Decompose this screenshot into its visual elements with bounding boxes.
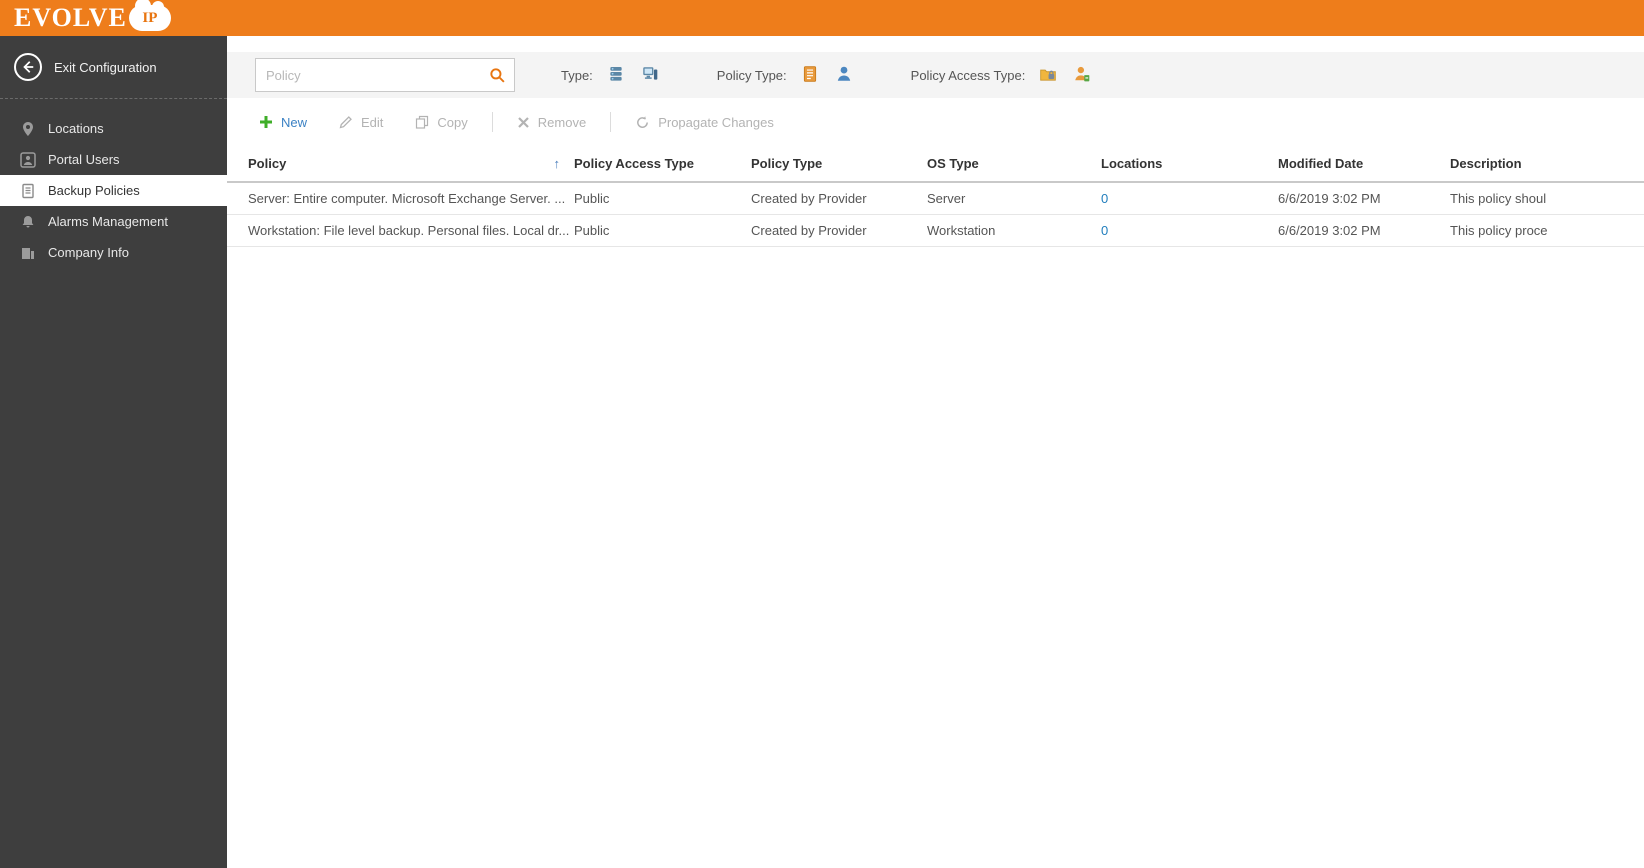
logo-text: EVOLVE [14,3,127,32]
sidebar-item-label: Portal Users [48,152,120,167]
back-arrow-icon [14,53,42,81]
private-access-filter-button[interactable] [1035,62,1061,88]
copy-icon [415,115,429,129]
refresh-icon [635,115,650,130]
public-user-icon [1073,65,1091,86]
column-header-os-type[interactable]: OS Type [927,146,1101,183]
search-icon[interactable] [480,59,514,91]
user-policy-filter-button[interactable] [831,62,857,88]
pencil-icon [339,115,353,129]
sidebar-item-backup-policies[interactable]: Backup Policies [0,175,227,206]
toolbar-separator [491,112,493,132]
sidebar-nav: Locations Portal Users Backup Policies A… [0,99,227,268]
server-type-filter-button[interactable] [603,62,629,88]
column-header-policy-access-type[interactable]: Policy Access Type [574,146,751,183]
server-icon [607,65,625,86]
policy-cell: Server: Entire computer. Microsoft Excha… [227,182,574,215]
evolveip-logo: EVOLVE IP [14,0,171,32]
toolbar-separator [610,112,612,132]
company-info-icon [20,245,36,261]
policy-search-box [255,58,515,92]
policy-type-cell: Created by Provider [751,214,927,247]
x-icon [517,116,530,129]
sidebar-item-alarms-management[interactable]: Alarms Management [0,206,227,237]
os-type-cell: Server [927,182,1101,215]
policy-type-filter-label: Policy Type: [716,67,787,83]
exit-configuration-button[interactable]: Exit Configuration [0,36,227,99]
provider-policy-icon [801,65,819,86]
sidebar-item-label: Alarms Management [48,214,168,229]
locations-cell: 0 [1101,214,1278,247]
description-cell: This policy shoul [1450,182,1644,215]
column-header-description[interactable]: Description [1450,146,1644,183]
column-header-modified-date[interactable]: Modified Date [1278,146,1450,183]
locations-cell: 0 [1101,182,1278,215]
portal-user-icon [20,151,36,168]
sidebar-item-label: Locations [48,121,104,136]
access-type-cell: Public [574,182,751,215]
workstation-icon [641,65,659,86]
column-header-policy-type[interactable]: Policy Type [751,146,927,183]
sidebar-item-label: Backup Policies [48,183,140,198]
sidebar-item-portal-users[interactable]: Portal Users [0,144,227,175]
table-row[interactable]: Server: Entire computer. Microsoft Excha… [227,182,1644,215]
sidebar-item-locations[interactable]: Locations [0,113,227,144]
remove-button[interactable]: Remove [503,109,600,136]
sidebar-item-company-info[interactable]: Company Info [0,237,227,268]
provider-policy-filter-button[interactable] [797,62,823,88]
access-type-cell: Public [574,214,751,247]
policy-type-cell: Created by Provider [751,182,927,215]
sidebar-item-label: Company Info [48,245,129,260]
policy-cell: Workstation: File level backup. Personal… [227,214,574,247]
os-type-cell: Workstation [927,214,1101,247]
location-pin-icon [20,121,36,137]
toolbar: New Edit Copy Remove Propagate Changes [227,98,1644,146]
locked-folder-icon [1039,65,1057,86]
locations-count-link[interactable]: 0 [1101,223,1108,238]
user-policy-icon [835,65,853,86]
modified-date-cell: 6/6/2019 3:02 PM [1278,214,1450,247]
backup-policies-icon [20,183,36,199]
locations-count-link[interactable]: 0 [1101,191,1108,206]
sort-ascending-icon: ↑ [553,156,561,171]
propagate-changes-button[interactable]: Propagate Changes [621,109,788,136]
filter-bar: Type: Policy Type: [227,52,1644,98]
column-header-locations[interactable]: Locations [1101,146,1278,183]
new-button[interactable]: New [245,109,321,136]
policy-access-type-filter-label: Policy Access Type: [910,67,1026,83]
table-row[interactable]: Workstation: File level backup. Personal… [227,214,1644,247]
alarms-icon [20,214,36,230]
plus-icon [259,115,273,129]
workstation-type-filter-button[interactable] [637,62,663,88]
policy-search-input[interactable] [256,59,480,91]
top-header: EVOLVE IP [0,0,1644,36]
sidebar: Exit Configuration Locations Portal User… [0,36,227,868]
table-header-row: Policy ↑ Policy Access Type Policy Type … [227,146,1644,183]
copy-button[interactable]: Copy [401,109,481,136]
description-cell: This policy proce [1450,214,1644,247]
exit-configuration-label: Exit Configuration [54,59,157,75]
main-content: Type: Policy Type: [227,36,1644,868]
public-access-filter-button[interactable] [1069,62,1095,88]
type-filter-label: Type: [561,67,593,83]
edit-button[interactable]: Edit [325,109,397,136]
policies-table: Policy ↑ Policy Access Type Policy Type … [227,146,1644,247]
modified-date-cell: 6/6/2019 3:02 PM [1278,182,1450,215]
logo-cloud-badge: IP [128,0,171,31]
column-header-policy[interactable]: Policy ↑ [227,146,574,183]
